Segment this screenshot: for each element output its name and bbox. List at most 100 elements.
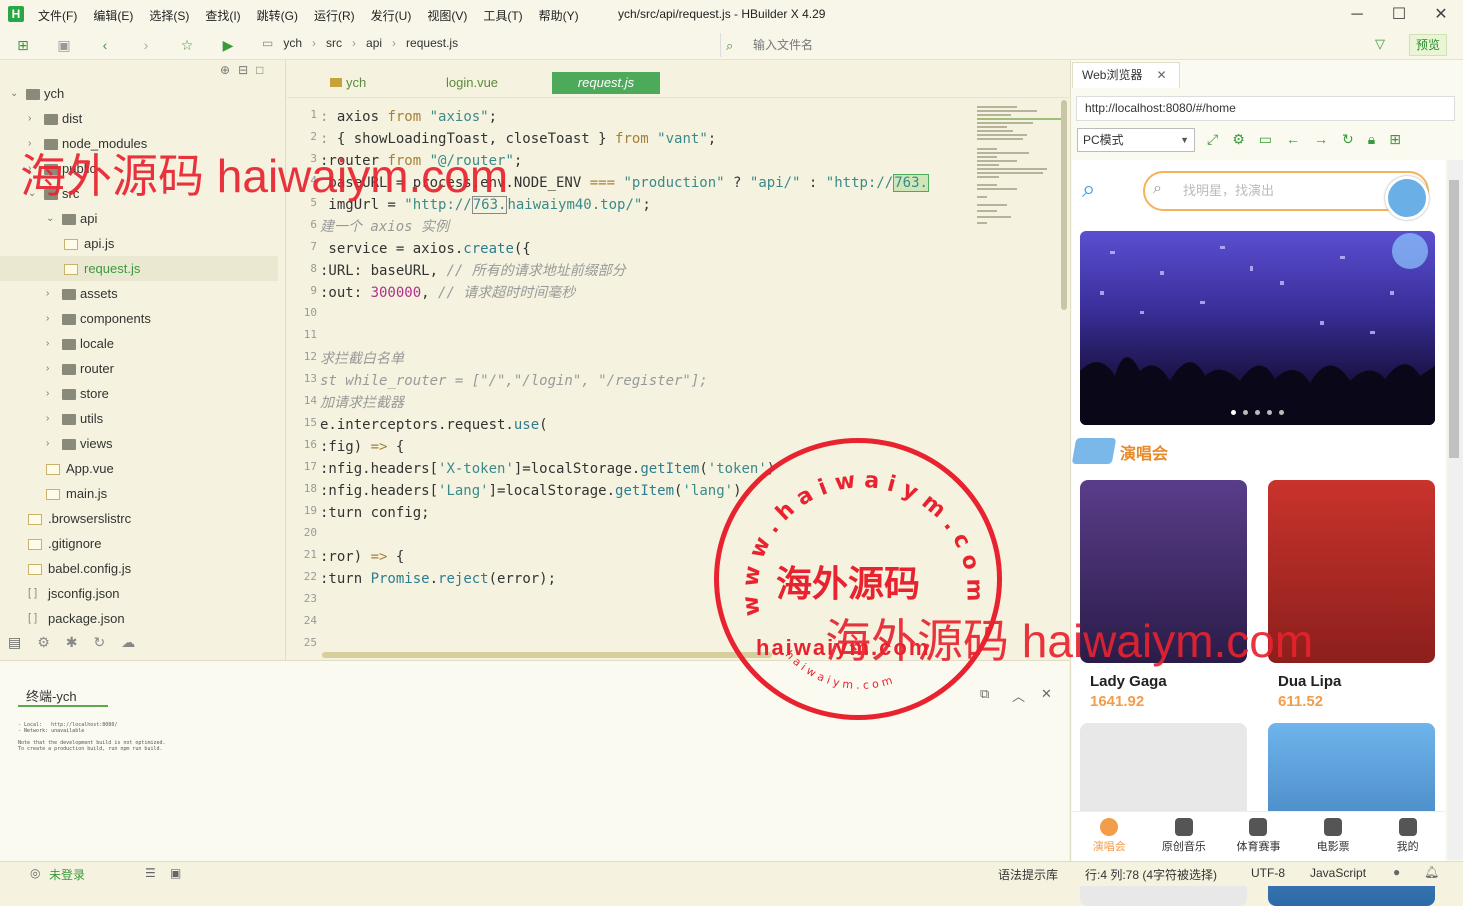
- sidebar-item-api-js[interactable]: api.js: [0, 231, 278, 256]
- back-icon[interactable]: ‹: [96, 36, 114, 54]
- banner-image[interactable]: [1080, 231, 1435, 425]
- filter-icon[interactable]: ▽: [1375, 36, 1385, 52]
- sidebar-item-gitignore[interactable]: .gitignore: [0, 531, 278, 556]
- carousel-dot[interactable]: [1255, 410, 1260, 415]
- settings-icon[interactable]: ⚙: [1232, 131, 1245, 148]
- explorer-icon[interactable]: ▤: [8, 634, 21, 651]
- git-icon[interactable]: ↻: [94, 634, 106, 651]
- sidebar-item-locale[interactable]: › locale: [0, 331, 278, 356]
- minimize-button[interactable]: ─: [1347, 5, 1367, 25]
- save-icon[interactable]: ▣: [55, 36, 73, 54]
- terminal-tab[interactable]: 终端-ych: [26, 686, 77, 705]
- login-status[interactable]: 未登录: [49, 866, 85, 883]
- sidebar-item-dist[interactable]: › dist: [0, 106, 278, 131]
- menu-run[interactable]: 运行(R): [306, 7, 363, 24]
- syntax-hint-lib[interactable]: 语法提示库: [998, 866, 1058, 883]
- sidebar-item-views[interactable]: › views: [0, 431, 278, 456]
- menu-find[interactable]: 查找(I): [197, 7, 248, 24]
- chevron-right-icon[interactable]: ›: [28, 106, 38, 131]
- clear-terminal-icon[interactable]: ✕: [1041, 686, 1052, 702]
- screenshot-icon[interactable]: ⤢: [1207, 131, 1218, 148]
- close-tab-icon[interactable]: ✕: [1156, 68, 1166, 82]
- cursor-position[interactable]: 行:4 列:78 (4字符被选择): [1085, 866, 1217, 883]
- carousel-dot[interactable]: [1231, 410, 1236, 415]
- cloud-icon[interactable]: ☁: [121, 634, 135, 651]
- web-browser-tab[interactable]: Web浏览器 ✕: [1072, 62, 1180, 88]
- carousel-dot[interactable]: [1243, 410, 1248, 415]
- breadcrumb-file[interactable]: request.js: [406, 36, 458, 50]
- sidebar-item-components[interactable]: › components: [0, 306, 278, 331]
- chevron-right-icon[interactable]: ›: [46, 406, 56, 431]
- chevron-down-icon[interactable]: ⌄: [46, 206, 56, 231]
- sidebar-item-ych[interactable]: ⌄ ych: [0, 81, 278, 106]
- sidebar-item-jsconfig-json[interactable]: [ ] jsconfig.json: [0, 581, 278, 606]
- collapse-icon[interactable]: ⊟: [238, 63, 248, 77]
- account-icon[interactable]: ●: [1393, 865, 1400, 879]
- new-file-icon[interactable]: ⊞: [14, 36, 32, 54]
- browser-scroll-thumb[interactable]: [1449, 180, 1459, 458]
- sidebar-item-api[interactable]: ⌄ api: [0, 206, 278, 231]
- debug-icon[interactable]: ✱: [66, 634, 78, 651]
- sidebar-item-router[interactable]: › router: [0, 356, 278, 381]
- preview-button[interactable]: 预览: [1409, 34, 1447, 56]
- mode-select[interactable]: PC模式 ▼: [1077, 128, 1195, 152]
- artist-name[interactable]: Lady Gaga: [1090, 673, 1167, 690]
- chevron-right-icon[interactable]: ›: [46, 331, 56, 356]
- grid-icon[interactable]: ⊞: [1389, 131, 1401, 148]
- run-icon[interactable]: ▶: [219, 36, 237, 54]
- star-icon[interactable]: ☆: [178, 36, 196, 54]
- nav-sports[interactable]: 体育赛事: [1221, 812, 1296, 861]
- sidebar-item-app-vue[interactable]: App.vue: [0, 456, 278, 481]
- artist-name[interactable]: Dua Lipa: [1278, 673, 1341, 690]
- chevron-down-icon[interactable]: ⌄: [10, 81, 20, 106]
- sidebar-item-store[interactable]: › store: [0, 381, 278, 406]
- chevron-right-icon[interactable]: ›: [46, 281, 56, 306]
- menu-tools[interactable]: 工具(T): [475, 7, 530, 24]
- menu-edit[interactable]: 编辑(E): [85, 7, 141, 24]
- menu-publish[interactable]: 发行(U): [363, 7, 420, 24]
- menu-select[interactable]: 选择(S): [141, 7, 197, 24]
- tab-ych[interactable]: ych: [330, 72, 366, 94]
- arrow-right-icon[interactable]: →: [1314, 131, 1328, 148]
- menu-file[interactable]: 文件(F): [30, 7, 85, 24]
- chevron-right-icon[interactable]: ›: [46, 381, 56, 406]
- close-panel-icon[interactable]: □: [256, 63, 263, 77]
- nav-concert[interactable]: 演唱会: [1072, 812, 1147, 861]
- sidebar-item-assets[interactable]: › assets: [0, 281, 278, 306]
- language-mode[interactable]: JavaScript: [1310, 866, 1366, 880]
- url-input[interactable]: http://localhost:8080/#/home: [1076, 96, 1455, 121]
- breadcrumb-api[interactable]: api: [366, 36, 382, 50]
- bell-icon[interactable]: 🔔︎: [1424, 865, 1439, 879]
- close-window-button[interactable]: ✕: [1431, 5, 1451, 25]
- editor-vertical-scrollbar[interactable]: [1061, 100, 1067, 310]
- sidebar-item-utils[interactable]: › utils: [0, 406, 278, 431]
- sidebar-item-browserslistrc[interactable]: .browserslistrc: [0, 506, 278, 531]
- sidebar-item-main-js[interactable]: main.js: [0, 481, 278, 506]
- forward-icon[interactable]: ›: [137, 36, 155, 54]
- breadcrumb-src[interactable]: src: [326, 36, 342, 50]
- minimap[interactable]: [975, 104, 1063, 234]
- arrow-left-icon[interactable]: ←: [1286, 131, 1300, 148]
- list-icon[interactable]: ☰: [145, 866, 156, 880]
- breadcrumb-ych[interactable]: ych: [283, 36, 302, 50]
- console-icon[interactable]: ▭: [1259, 131, 1272, 148]
- menu-help[interactable]: 帮助(Y): [531, 7, 587, 24]
- nav-music[interactable]: 原创音乐: [1147, 812, 1222, 861]
- locate-icon[interactable]: ⊕: [220, 63, 230, 77]
- maximize-button[interactable]: ☐: [1389, 5, 1409, 25]
- refresh-icon[interactable]: ↻: [1342, 131, 1354, 148]
- tab-login-vue[interactable]: login.vue: [446, 72, 498, 94]
- plugin-icon[interactable]: ⚙: [37, 634, 50, 651]
- chevron-right-icon[interactable]: ›: [46, 356, 56, 381]
- menu-goto[interactable]: 跳转(G): [249, 7, 306, 24]
- encoding[interactable]: UTF-8: [1251, 866, 1285, 880]
- carousel-dot[interactable]: [1267, 410, 1272, 415]
- chevron-up-icon[interactable]: ︿: [1012, 686, 1025, 705]
- carousel-dot[interactable]: [1279, 410, 1284, 415]
- lock-icon[interactable]: 🔒︎: [1368, 131, 1375, 148]
- nav-movies[interactable]: 电影票: [1296, 812, 1371, 861]
- nav-mine[interactable]: 我的: [1370, 812, 1445, 861]
- sidebar-item-babel-config-js[interactable]: babel.config.js: [0, 556, 278, 581]
- chevron-right-icon[interactable]: ›: [46, 306, 56, 331]
- avatar[interactable]: [1385, 176, 1429, 220]
